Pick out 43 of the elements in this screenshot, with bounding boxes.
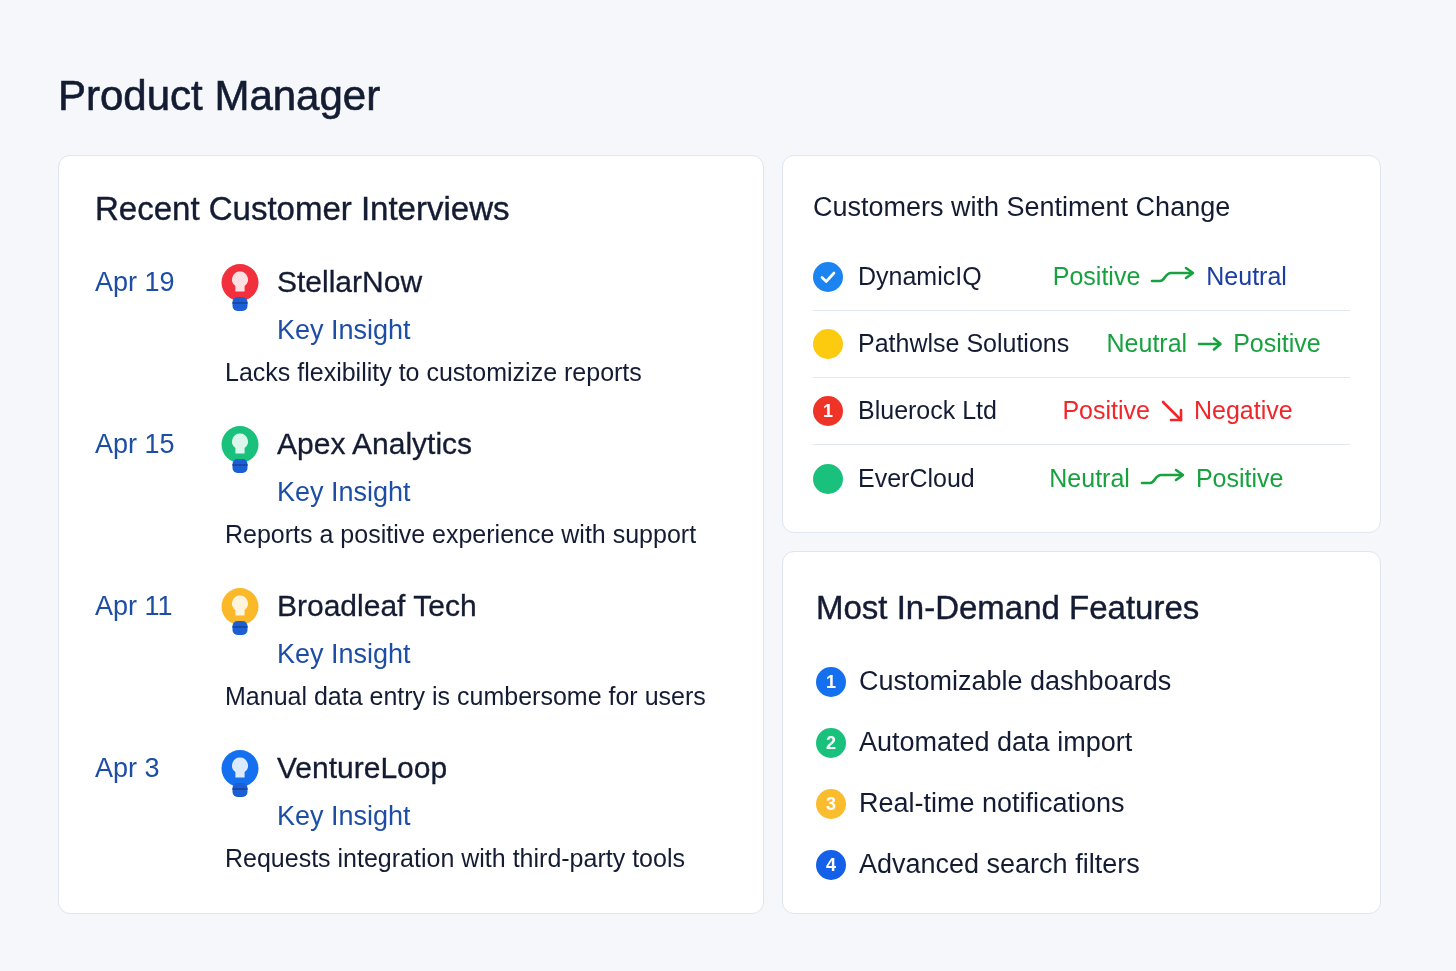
customer-name: DynamicIQ bbox=[858, 261, 982, 293]
customer-name: Pathwlse Solutions bbox=[858, 328, 1070, 360]
company-name: VentureLoop bbox=[277, 750, 448, 786]
customer-name: Bluerock Ltd bbox=[858, 395, 997, 427]
feature-name: Customizable dashboards bbox=[859, 665, 1172, 699]
sentiment-to: Positive bbox=[1195, 462, 1284, 494]
sentiment-to: Positive bbox=[1233, 328, 1321, 360]
feature-name: Advanced search filters bbox=[859, 848, 1140, 882]
interview-date: Apr 19 bbox=[95, 266, 175, 299]
number-badge: 3 bbox=[816, 788, 846, 819]
card-title: Customers with Sentiment Change bbox=[813, 191, 1231, 224]
sentiment-from: Neutral bbox=[1106, 328, 1188, 360]
count-badge: 1 bbox=[813, 396, 843, 426]
insight-text: Manual data entry is cumbersome for users bbox=[225, 681, 706, 712]
interview-date: Apr 11 bbox=[95, 590, 173, 623]
company-name: StellarNow bbox=[277, 264, 423, 300]
feature-name: Real-time notifications bbox=[859, 787, 1125, 821]
page-title: Product Manager bbox=[58, 71, 381, 121]
company-name: Broadleaf Tech bbox=[277, 588, 477, 624]
insight-label: Key Insight bbox=[277, 314, 411, 347]
insight-label: Key Insight bbox=[277, 638, 411, 671]
sentiment-to: Neutral bbox=[1206, 261, 1287, 293]
interview-date: Apr 3 bbox=[95, 752, 160, 785]
sentiment-to: Negative bbox=[1193, 395, 1293, 427]
number-badge: 4 bbox=[816, 849, 846, 880]
sentiment-from: Neutral bbox=[1049, 462, 1130, 494]
customer-name: EverCloud bbox=[858, 462, 975, 494]
number-badge: 1 bbox=[816, 666, 846, 697]
insight-text: Requests integration with third-party tools bbox=[225, 843, 685, 874]
sentiment-from: Positive bbox=[1052, 261, 1141, 293]
interview-date: Apr 15 bbox=[95, 428, 175, 461]
card-title: Most In-Demand Features bbox=[816, 588, 1200, 628]
card-title: Recent Customer Interviews bbox=[95, 189, 510, 229]
insight-label: Key Insight bbox=[277, 476, 411, 509]
insight-text: Reports a positive experience with support bbox=[225, 519, 697, 550]
feature-name: Automated data import bbox=[859, 726, 1133, 760]
sentiment-from: Positive bbox=[1062, 395, 1150, 427]
insight-text: Lacks flexibility to customizize reports bbox=[225, 357, 642, 388]
down-right-arrow-icon bbox=[1159, 399, 1184, 423]
company-name: Apex Analytics bbox=[277, 426, 473, 462]
insight-label: Key Insight bbox=[277, 800, 411, 833]
number-badge: 2 bbox=[816, 727, 846, 758]
right-arrow-icon bbox=[1197, 336, 1224, 352]
